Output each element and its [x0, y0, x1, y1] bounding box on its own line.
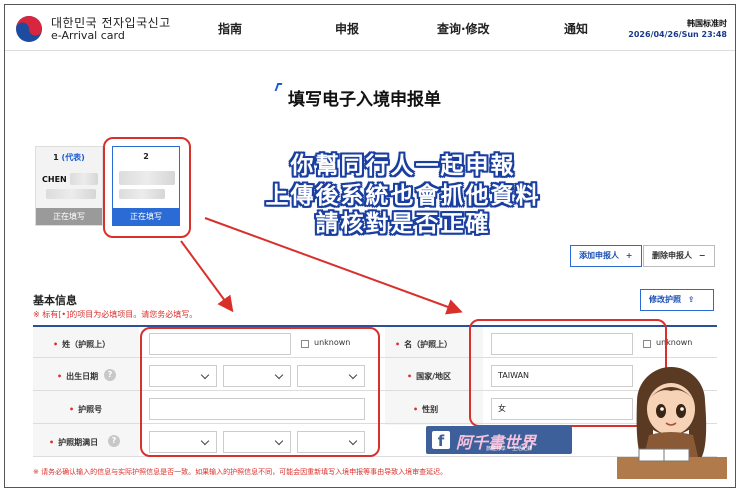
delete-applicant-button[interactable]: 删除申报人 −	[643, 245, 715, 267]
page-title: 填写电子入境申报单	[288, 90, 441, 110]
nav-guide[interactable]: 指南	[218, 20, 242, 37]
birth-date-label-text: 出生日期	[66, 372, 99, 381]
required-dot: •	[407, 372, 413, 381]
given-name-label-text: 名（护照上）	[404, 340, 453, 349]
watermark-subtext: 旅遊分享 • 生活紀錄	[486, 446, 533, 452]
nationality-label: • 国家/地区	[407, 371, 451, 382]
required-dot: •	[49, 438, 55, 447]
help-icon[interactable]: ?	[108, 435, 120, 447]
passport-expiry-label-text: 护照期满日	[58, 438, 99, 447]
arrow-to-left-fields	[180, 240, 234, 313]
required-note: ※ 标有[•]的项目为必填项目。请您务必填写。	[33, 310, 198, 319]
section-title: 基本信息	[33, 294, 77, 307]
nav-notice[interactable]: 通知	[564, 20, 588, 37]
plus-icon: +	[625, 251, 633, 260]
applicant-number-value: 1	[53, 153, 59, 162]
edit-passport-label: 修改护照	[649, 295, 681, 304]
timezone-label: 韩国标准时	[687, 19, 727, 28]
passport-number-label: • 护照号	[69, 404, 102, 415]
bottom-warning-note: ※ 请务必确认输入的信息与实际护照信息是否一致。如果输入的护照信息不同，可能会因…	[33, 468, 448, 476]
representative-tag: (代表)	[61, 153, 85, 162]
add-applicant-label: 添加申报人	[579, 251, 619, 260]
title-accent-mark	[274, 83, 283, 91]
blurred-name	[70, 173, 98, 185]
applicant-name: CHEN	[42, 175, 67, 184]
annotation-line-3: 請核對是否正確	[315, 211, 491, 237]
nationality-label-text: 国家/地区	[416, 372, 452, 381]
site-header: 대한민국 전자입국신고 e-Arrival card 指南 申报 查询·修改 通…	[5, 5, 735, 51]
blurred-info	[46, 189, 96, 199]
gender-label-text: 性别	[422, 405, 439, 414]
highlight-box-card	[103, 137, 191, 238]
taegeuk-logo-icon	[16, 16, 42, 42]
surname-label-text: 姓（护照上）	[62, 340, 111, 349]
passport-number-label-text: 护照号	[78, 405, 103, 414]
birth-date-label: • 出生日期	[57, 371, 98, 382]
cartoon-girl-illustration	[617, 367, 727, 479]
edit-passport-button[interactable]: 修改护照 ⇪	[640, 289, 714, 311]
brand-english: e-Arrival card	[51, 29, 125, 42]
required-dot: •	[69, 405, 75, 414]
upload-icon: ⇪	[687, 295, 695, 304]
browser-frame: 대한민국 전자입국신고 e-Arrival card 指南 申报 查询·修改 通…	[4, 4, 736, 488]
nav-inquiry-modify[interactable]: 查询·修改	[437, 20, 490, 37]
gender-label: • 性别	[413, 404, 438, 415]
required-dot: •	[53, 340, 59, 349]
help-icon[interactable]: ?	[104, 369, 116, 381]
add-applicant-button[interactable]: 添加申报人 +	[570, 245, 642, 267]
passport-expiry-label: • 护照期满日	[49, 437, 98, 448]
required-dot: •	[57, 372, 63, 381]
annotation-line-1: 你幫同行人一起申報	[290, 153, 516, 179]
surname-label: • 姓（护照上）	[53, 339, 110, 350]
current-datetime: 2026/04/26/Sun 23:48	[628, 30, 727, 39]
blog-watermark: f 阿千書世界 旅遊分享 • 生活紀錄	[426, 426, 572, 454]
highlight-box-left-fields	[140, 327, 380, 457]
delete-applicant-label: 删除申报人	[652, 251, 692, 260]
given-name-label: • 名（护照上）	[395, 339, 452, 350]
nav-declare[interactable]: 申报	[335, 20, 359, 37]
minus-icon: −	[698, 251, 706, 260]
applicant-status: 正在填写	[36, 208, 102, 225]
required-dot: •	[395, 340, 401, 349]
required-dot: •	[413, 405, 419, 414]
applicant-number: 1 (代表)	[36, 152, 102, 163]
facebook-icon: f	[432, 431, 450, 450]
applicant-card-1[interactable]: 1 (代表) CHEN 正在填写	[35, 146, 103, 226]
